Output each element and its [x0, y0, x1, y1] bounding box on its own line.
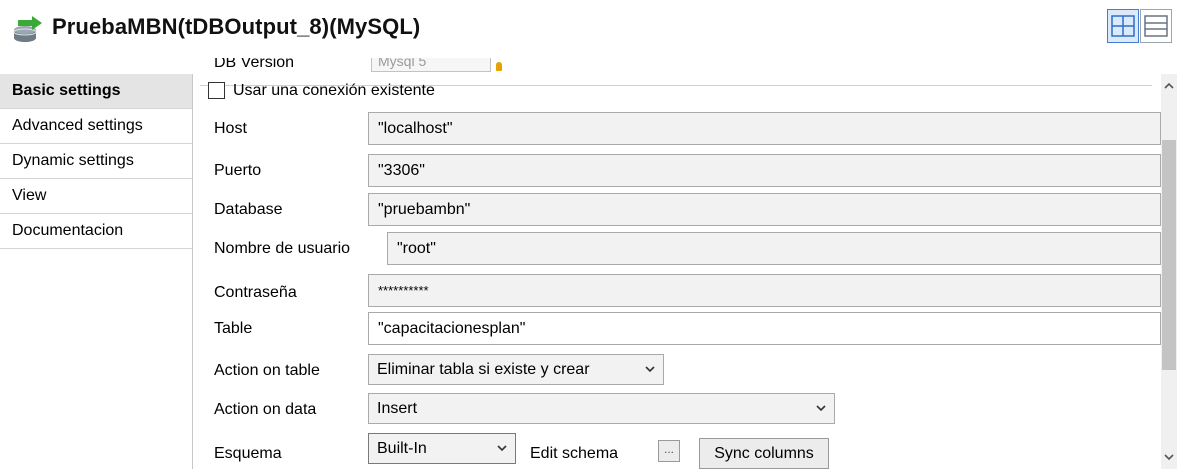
grid-view-button[interactable] — [1107, 9, 1139, 43]
edit-schema-ellipsis-button[interactable]: ... — [658, 440, 680, 462]
sidebar-item-dynamic-settings[interactable]: Dynamic settings — [0, 144, 192, 179]
table-label: Table — [214, 320, 253, 337]
use-existing-connection-label: Usar una conexión existente — [233, 82, 435, 99]
database-label: Database — [214, 201, 283, 218]
basic-settings-panel: DB Version Mysql 5 Usar una conexión exi… — [196, 58, 1161, 469]
action-on-data-select[interactable]: Insert — [368, 393, 835, 424]
action-on-table-value: Eliminar tabla si existe y crear — [377, 361, 590, 378]
list-view-button[interactable] — [1140, 9, 1172, 43]
sidebar-item-advanced-settings[interactable]: Advanced settings — [0, 109, 192, 144]
sidebar-item-documentacion[interactable]: Documentacion — [0, 214, 192, 249]
sidebar-item-view[interactable]: View — [0, 179, 192, 214]
action-on-table-label: Action on table — [214, 362, 320, 379]
edit-schema-label: Edit schema — [530, 445, 619, 462]
sync-columns-button[interactable]: Sync columns — [699, 438, 829, 469]
db-version-select[interactable]: Mysql 5 — [371, 58, 491, 72]
chevron-down-icon — [815, 394, 827, 434]
database-input[interactable]: "pruebambn" — [368, 193, 1161, 226]
settings-sidebar: Basic settings Advanced settings Dynamic… — [0, 74, 193, 469]
port-input[interactable]: "3306" — [368, 154, 1161, 187]
port-label: Puerto — [214, 162, 262, 179]
scroll-down-icon[interactable] — [1161, 449, 1177, 465]
scrollbar-thumb[interactable] — [1162, 140, 1176, 370]
chevron-down-icon — [496, 434, 508, 469]
table-input[interactable]: "capacitacionesplan" — [368, 312, 1161, 345]
schema-value: Built-In — [377, 440, 427, 457]
db-output-icon — [12, 16, 46, 46]
use-existing-connection-checkbox[interactable] — [208, 82, 225, 99]
window-title: PruebaMBN(tDBOutput_8)(MySQL) — [52, 14, 421, 39]
db-version-value: Mysql 5 — [378, 58, 427, 69]
schema-select[interactable]: Built-In — [368, 433, 516, 464]
username-input[interactable]: "root" — [387, 232, 1161, 265]
sidebar-item-basic-settings[interactable]: Basic settings — [0, 74, 192, 109]
action-on-data-label: Action on data — [214, 401, 317, 418]
host-label: Host — [214, 120, 247, 137]
db-version-label: DB Version — [214, 58, 295, 71]
username-label: Nombre de usuario — [214, 240, 351, 257]
action-on-table-select[interactable]: Eliminar tabla si existe y crear — [368, 354, 664, 385]
chevron-down-icon — [644, 355, 656, 395]
action-on-data-value: Insert — [377, 400, 418, 417]
password-input[interactable]: ********** — [368, 274, 1161, 307]
title-bar: PruebaMBN(tDBOutput_8)(MySQL) — [0, 0, 1177, 58]
host-input[interactable]: "localhost" — [368, 112, 1161, 145]
password-label: Contraseña — [214, 284, 297, 301]
lightbulb-icon — [496, 62, 502, 71]
scroll-up-icon[interactable] — [1161, 78, 1177, 94]
schema-label: Esquema — [214, 445, 282, 462]
vertical-scrollbar[interactable] — [1161, 74, 1177, 469]
